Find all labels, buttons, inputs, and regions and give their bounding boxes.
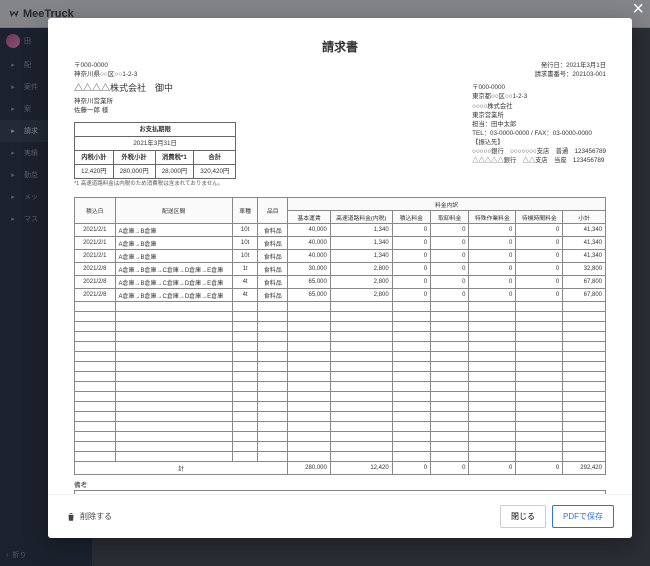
issue-date: 2021年3月1日 (566, 62, 606, 69)
delete-button[interactable]: 削除する (66, 511, 112, 522)
table-row: 2021/2/8A倉庫→B倉庫→C倉庫→D倉庫→E倉庫1t食料品30,0002,… (75, 263, 606, 276)
issuer-block: 発行日：2021年3月1日 請求書番号：202103-001 〒000-0000… (472, 61, 606, 189)
client-block: 〒000-0000 神奈川県○○区○○1-2-3 △△△△株式会社 御中 神奈川… (74, 61, 236, 189)
invoice-modal: 請求書 〒000-0000 神奈川県○○区○○1-2-3 △△△△株式会社 御中… (48, 18, 632, 538)
trash-icon (66, 512, 76, 522)
due-label: お支払期限 (75, 122, 236, 136)
totals-row: 計 280,000 12,420 0 0 0 0 292,420 (75, 462, 606, 475)
close-button[interactable]: 閉じる (500, 505, 546, 528)
modal-footer: 削除する 閉じる PDFで保存 (48, 494, 632, 538)
table-row-empty (75, 452, 606, 462)
table-row-empty (75, 422, 606, 432)
client-office: 神奈川営業所 (74, 97, 236, 106)
table-row-empty (75, 442, 606, 452)
table-row-empty (75, 382, 606, 392)
table-row-empty (75, 342, 606, 352)
client-postal: 〒000-0000 (74, 61, 236, 70)
client-name: △△△△株式会社 御中 (74, 82, 236, 95)
table-row-empty (75, 392, 606, 402)
table-row-empty (75, 352, 606, 362)
table-row: 2021/2/1A倉庫→B倉庫10t食料品40,0001,340000041,3… (75, 224, 606, 237)
payment-summary-table: お支払期限 2021年3月31日 内税小計 外税小計 消費税*1 合計 12,4… (74, 122, 236, 180)
table-row: 2021/2/1A倉庫→B倉庫10t食料品40,0001,340000041,3… (75, 250, 606, 263)
table-row-empty (75, 332, 606, 342)
table-row: 2021/2/8A倉庫→B倉庫→C倉庫→D倉庫→E倉庫4t食料品65,0002,… (75, 289, 606, 302)
table-row: 2021/2/1A倉庫→B倉庫10t食料品40,0001,340000041,3… (75, 237, 606, 250)
table-row-empty (75, 412, 606, 422)
table-row-empty (75, 362, 606, 372)
client-addr: 神奈川県○○区○○1-2-3 (74, 70, 236, 79)
invoice-number: 202103-001 (572, 71, 606, 78)
line-items-table: 積込日 配送区間 車種 品目 料金内訳 基本運賃 高速道路料金(内税) 積込料金… (74, 197, 606, 475)
table-row-empty (75, 302, 606, 312)
table-row-empty (75, 432, 606, 442)
client-person: 佐藤一郎 様 (74, 106, 236, 115)
table-row: 2021/2/8A倉庫→B倉庫→C倉庫→D倉庫→E倉庫4t食料品65,0002,… (75, 276, 606, 289)
remarks-label: 備考 (74, 479, 606, 489)
close-icon[interactable]: × (632, 0, 644, 21)
tax-note: *1 高速道路料金は内税のため消費税は含まれておりません。 (74, 181, 236, 189)
table-row-empty (75, 322, 606, 332)
due-date: 2021年3月31日 (75, 136, 236, 150)
table-row-empty (75, 312, 606, 322)
save-pdf-button[interactable]: PDFで保存 (552, 505, 614, 528)
issuer-company: ○○○○株式会社 (472, 102, 606, 111)
doc-title: 請求書 (74, 38, 606, 55)
invoice-document: 請求書 〒000-0000 神奈川県○○区○○1-2-3 △△△△株式会社 御中… (48, 18, 632, 494)
table-row-empty (75, 372, 606, 382)
table-row-empty (75, 402, 606, 412)
